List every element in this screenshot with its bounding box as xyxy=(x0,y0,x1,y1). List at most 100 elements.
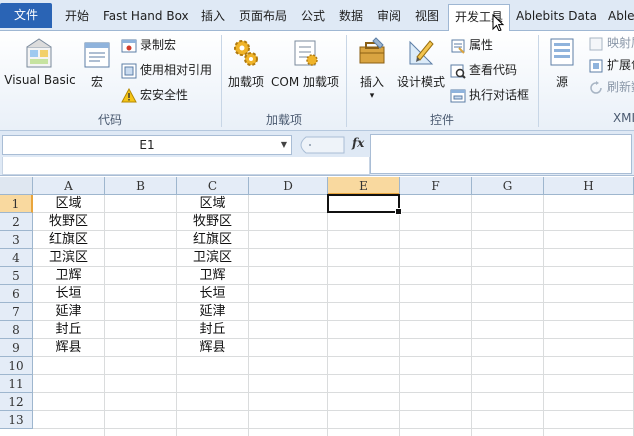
column-header-c[interactable]: C xyxy=(177,177,249,195)
cell-c6[interactable]: 长垣 xyxy=(177,285,248,303)
macro-security-label: 宏安全性 xyxy=(140,88,189,102)
tab-page-layout[interactable]: 页面布局 xyxy=(233,4,293,30)
formula-input[interactable] xyxy=(370,134,632,174)
cell-c1[interactable]: 区域 xyxy=(177,195,248,213)
row-header-13[interactable]: 13 xyxy=(0,411,33,429)
row-header-2[interactable]: 2 xyxy=(0,213,33,231)
cell-c8[interactable]: 封丘 xyxy=(177,321,248,339)
addins-group-label: 加载项 xyxy=(265,113,302,127)
insert-control-button[interactable]: 插入 ▾ xyxy=(354,35,390,102)
macros-label: 宏 xyxy=(90,75,103,89)
tab-home[interactable]: 开始 xyxy=(59,4,95,30)
column-header-b[interactable]: B xyxy=(105,177,177,195)
gridline xyxy=(33,410,634,411)
worksheet-grid[interactable]: ABCDEFGH 1 2 3 4 5 6 7 8 9 10 11 12 13 区域 牧野区 红旗区 卫滨区 卫辉… xyxy=(0,177,634,436)
macros-button[interactable]: 宏 xyxy=(82,35,112,90)
cell-c4[interactable]: 卫滨区 xyxy=(177,249,248,267)
row-header-4[interactable]: 4 xyxy=(0,249,33,267)
cell-a8[interactable]: 封丘 xyxy=(33,321,104,339)
view-code-button[interactable]: 查看代码 xyxy=(450,60,517,80)
formula-bar-splitter-icon[interactable] xyxy=(296,135,346,155)
addins-label: 加载项 xyxy=(227,75,264,89)
row-header-12[interactable]: 12 xyxy=(0,393,33,411)
cell-c5[interactable]: 卫辉 xyxy=(177,267,248,285)
cell-c7[interactable]: 延津 xyxy=(177,303,248,321)
cell-a4[interactable]: 卫滨区 xyxy=(33,249,104,267)
row-header-6[interactable]: 6 xyxy=(0,285,33,303)
gridline xyxy=(33,338,634,339)
active-cell-selection[interactable] xyxy=(327,194,402,215)
design-mode-icon xyxy=(409,40,434,65)
gridline xyxy=(33,356,634,357)
map-properties-button[interactable]: 映射属 xyxy=(588,33,634,53)
insert-control-dropdown-arrow[interactable]: ▾ xyxy=(354,90,390,102)
tab-formulas[interactable]: 公式 xyxy=(295,4,331,30)
cell-a5[interactable]: 卫辉 xyxy=(33,267,104,285)
row-header-7[interactable]: 7 xyxy=(0,303,33,321)
record-macro-button[interactable]: 录制宏 xyxy=(121,35,176,55)
row-header-9[interactable]: 9 xyxy=(0,339,33,357)
tab-review[interactable]: 审阅 xyxy=(371,4,407,30)
xml-source-icon xyxy=(550,38,574,66)
xml-group-label: XMI xyxy=(612,111,634,125)
properties-button[interactable]: 属性 xyxy=(450,35,493,55)
expansion-packs-button[interactable]: 扩展包 xyxy=(588,55,634,75)
map-properties-icon xyxy=(589,37,603,50)
record-macro-label: 录制宏 xyxy=(140,38,177,52)
warning-icon xyxy=(121,87,137,102)
refresh-data-button[interactable]: 刷新数 xyxy=(588,77,634,97)
expansion-packs-label: 扩展包 xyxy=(607,58,634,72)
row-header-8[interactable]: 8 xyxy=(0,321,33,339)
select-all-corner[interactable] xyxy=(0,177,33,195)
macro-security-button[interactable]: 宏安全性 xyxy=(121,85,188,105)
name-box-dropdown-icon[interactable]: ▼ xyxy=(281,136,287,154)
column-header-g[interactable]: G xyxy=(472,177,544,195)
cell-c9[interactable]: 辉县 xyxy=(177,339,248,357)
xml-source-button[interactable]: 源 xyxy=(544,35,580,90)
visual-basic-icon xyxy=(26,38,52,68)
cell-a3[interactable]: 红旗区 xyxy=(33,231,104,249)
gridline xyxy=(33,302,634,303)
design-mode-button[interactable]: 设计模式 xyxy=(394,35,448,90)
relative-reference-icon xyxy=(121,63,137,78)
com-addins-button[interactable]: COM 加载项 xyxy=(270,35,340,90)
column-header-h[interactable]: H xyxy=(544,177,634,195)
cell-c3[interactable]: 红旗区 xyxy=(177,231,248,249)
row-header-10[interactable]: 10 xyxy=(0,357,33,375)
row-header-5[interactable]: 5 xyxy=(0,267,33,285)
visual-basic-button[interactable]: Visual Basic xyxy=(4,35,76,87)
tab-view[interactable]: 视图 xyxy=(409,4,445,30)
tab-ablebits-more[interactable]: Able xyxy=(602,4,634,30)
insert-function-button[interactable]: fx xyxy=(352,136,364,150)
column-header-e[interactable]: E xyxy=(328,177,400,195)
cell-a7[interactable]: 延津 xyxy=(33,303,104,321)
row-header-11[interactable]: 11 xyxy=(0,375,33,393)
cell-a9[interactable]: 辉县 xyxy=(33,339,104,357)
tab-insert[interactable]: 插入 xyxy=(195,4,231,30)
cell-a2[interactable]: 牧野区 xyxy=(33,213,104,231)
gridline xyxy=(471,195,472,436)
name-box[interactable]: E1 ▼ xyxy=(2,135,292,155)
use-relative-references-button[interactable]: 使用相对引用 xyxy=(121,60,212,80)
tab-file[interactable]: 文件 xyxy=(0,3,52,28)
column-header-d[interactable]: D xyxy=(249,177,328,195)
cell-a1[interactable]: 区域 xyxy=(33,195,104,213)
column-header-a[interactable]: A xyxy=(33,177,105,195)
run-dialog-button[interactable]: 执行对话框 xyxy=(450,85,529,105)
addins-button[interactable]: 加载项 xyxy=(226,35,266,90)
row-header-1[interactable]: 1 xyxy=(0,195,33,213)
cell-area[interactable]: 区域 牧野区 红旗区 卫滨区 卫辉 长垣 延津 封丘 辉县 区域 牧野区 红旗区 卫滨区 卫辉 长垣 延津 封丘… xyxy=(33,194,634,436)
cell-a6[interactable]: 长垣 xyxy=(33,285,104,303)
gridline xyxy=(33,428,634,429)
cell-c2[interactable]: 牧野区 xyxy=(177,213,248,231)
gridline xyxy=(33,374,634,375)
row-header-3[interactable]: 3 xyxy=(0,231,33,249)
code-group-label: 代码 xyxy=(97,113,122,127)
tab-fast-hand-box[interactable]: Fast Hand Box xyxy=(97,4,195,30)
tab-data[interactable]: 数据 xyxy=(333,4,369,30)
column-header-f[interactable]: F xyxy=(400,177,472,195)
visual-basic-label: Visual Basic xyxy=(4,73,76,87)
name-box-value: E1 xyxy=(139,138,155,152)
refresh-icon xyxy=(590,80,602,94)
tab-ablebits-data[interactable]: Ablebits Data xyxy=(510,4,603,30)
